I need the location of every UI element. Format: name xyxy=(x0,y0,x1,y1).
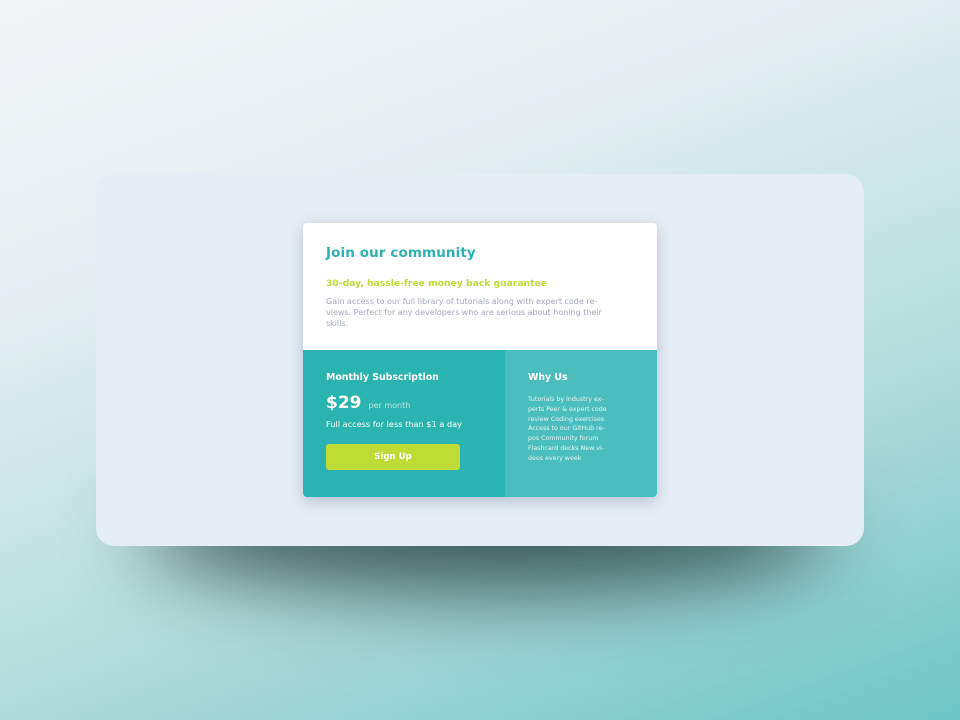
why-us-panel: Why Us Tutorials by industry ex-perts Pe… xyxy=(505,350,657,497)
card-header-section: Join our community 30-day, hassle-free m… xyxy=(303,223,657,350)
card-description: Gain access to our full library of tutor… xyxy=(326,297,602,328)
subscription-tagline: Full access for less than $1 a day xyxy=(326,419,463,429)
card-bottom-section: Monthly Subscription $29 per month Full … xyxy=(303,350,657,497)
price-row: $29 per month xyxy=(326,393,505,413)
why-us-title: Why Us xyxy=(528,372,568,383)
price-amount: $29 xyxy=(326,393,362,413)
price-period: per month xyxy=(368,401,411,410)
sign-up-button[interactable]: Sign Up xyxy=(326,444,460,470)
guarantee-text: 30-day, hassle-free money back guarantee xyxy=(326,278,547,289)
pricing-card: Join our community 30-day, hassle-free m… xyxy=(303,223,657,497)
subscription-title: Monthly Subscription xyxy=(326,372,439,383)
why-us-list: Tutorials by industry ex-perts Peer & ex… xyxy=(528,396,607,462)
subscription-panel: Monthly Subscription $29 per month Full … xyxy=(303,350,505,497)
card-title: Join our community xyxy=(326,245,476,261)
